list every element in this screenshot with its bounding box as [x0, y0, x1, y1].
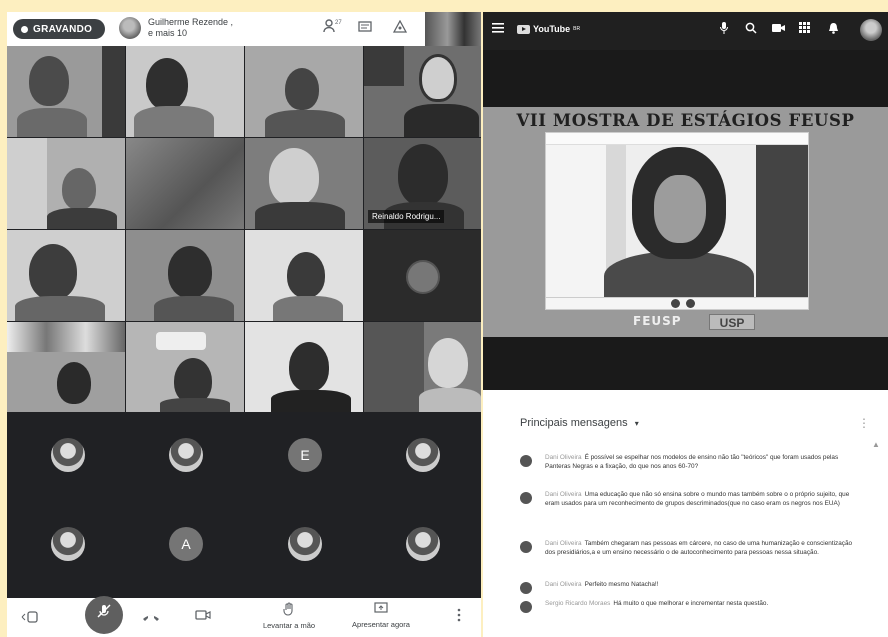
apps-grid-icon[interactable]	[795, 22, 813, 36]
more-options-icon[interactable]	[457, 608, 461, 625]
self-view-thumbnail[interactable]	[425, 12, 481, 46]
participant-video-tile[interactable]	[364, 322, 481, 412]
chat-scroll-up-icon[interactable]: ▲	[872, 440, 880, 449]
participant-avatar[interactable]	[406, 438, 440, 472]
usp-logo: USP	[709, 314, 755, 330]
participant-avatar-letter[interactable]: A	[169, 527, 203, 561]
chat-author: Dani Oliveira	[545, 581, 582, 588]
youtube-play-icon	[517, 24, 530, 34]
camera-icon[interactable]	[195, 609, 211, 624]
participant-video-tile[interactable]	[126, 230, 244, 321]
microphone-icon[interactable]	[715, 22, 733, 37]
participant-video-tile[interactable]	[7, 230, 125, 321]
chat-message-text: Há muito o que melhorar e incrementar ne…	[613, 600, 769, 607]
youtube-header: YouTube BR	[483, 12, 888, 50]
participant-video-tile[interactable]	[126, 46, 244, 137]
participant-video-tile[interactable]	[245, 230, 363, 321]
raise-hand-button[interactable]: Levantar a mão	[259, 602, 319, 630]
raise-hand-icon	[283, 602, 295, 619]
chat-message-text: Também chegaram nas pessoas em cárcere, …	[545, 540, 853, 556]
youtube-window: YouTube BR VII MOSTRA DE ESTÁGIOS FEUSP	[483, 12, 888, 637]
participant-video-tile[interactable]	[364, 230, 481, 321]
chat-icon[interactable]	[353, 18, 377, 40]
recording-badge[interactable]: GRAVANDO	[13, 19, 105, 39]
chat-author: Sergio Ricardo Moraes	[545, 600, 611, 607]
mic-off-button[interactable]	[85, 596, 123, 634]
chat-message: Dani Oliveira Perfeito mesmo Natacha!!	[520, 581, 855, 594]
chat-message: Dani Oliveira Uma educação que não só ens…	[520, 491, 855, 508]
participant-video-tile[interactable]	[7, 46, 125, 137]
chat-more-options-icon[interactable]: ⋮	[858, 416, 870, 430]
host-avatar	[119, 17, 141, 39]
chat-author: Dani Oliveira	[545, 540, 582, 547]
chat-author: Dani Oliveira	[545, 454, 582, 461]
chat-author-avatar	[520, 492, 532, 504]
chat-author-avatar	[520, 455, 532, 467]
youtube-logo-region: BR	[573, 26, 581, 32]
participant-video-tile[interactable]	[7, 322, 125, 412]
chat-author-avatar	[520, 541, 532, 553]
participant-video-tile[interactable]	[245, 138, 363, 229]
participant-video-tile[interactable]	[245, 322, 363, 412]
notifications-bell-icon[interactable]	[824, 22, 842, 37]
chat-message-text: Perfeito mesmo Natacha!!	[584, 581, 659, 588]
youtube-logo[interactable]: YouTube BR	[517, 24, 580, 34]
activities-icon[interactable]	[388, 18, 412, 40]
create-video-icon[interactable]	[769, 22, 787, 36]
host-name-line2: e mais 10	[148, 28, 188, 38]
present-now-button[interactable]: Apresentar agora	[345, 602, 417, 629]
participant-video-tile[interactable]: Reinaldo Rodrigu...	[364, 138, 481, 229]
participant-name-label: Reinaldo Rodrigu...	[368, 210, 445, 223]
host-name-line1: Guilherme Rezende ,	[148, 17, 234, 27]
present-now-label: Apresentar agora	[352, 620, 410, 629]
chat-message: Dani Oliveira É possível se espelhar nos …	[520, 454, 855, 471]
participant-video-tile[interactable]	[7, 138, 125, 229]
chat-author-avatar	[520, 601, 532, 613]
search-icon[interactable]	[742, 22, 760, 37]
chat-author-avatar	[520, 582, 532, 594]
participant-avatar[interactable]	[169, 438, 203, 472]
video-player[interactable]: VII MOSTRA DE ESTÁGIOS FEUSP FEUSP USP	[483, 50, 888, 390]
meeting-details-icon[interactable]	[21, 610, 39, 627]
chat-header[interactable]: Principais mensagens ▾	[520, 417, 639, 429]
participant-avatar[interactable]	[51, 527, 85, 561]
recording-dot-icon	[21, 25, 28, 33]
participant-avatar[interactable]	[406, 527, 440, 561]
chevron-down-icon: ▾	[634, 419, 639, 428]
raise-hand-label: Levantar a mão	[262, 621, 316, 630]
present-screen-icon	[374, 602, 388, 618]
host-name: Guilherme Rezende , e mais 10	[148, 17, 248, 39]
account-avatar[interactable]	[860, 19, 882, 41]
participant-video-tile[interactable]	[245, 46, 363, 137]
chat-message: Dani Oliveira Também chegaram nas pessoas…	[520, 540, 855, 557]
chat-message-text: É possível se espelhar nos modelos de en…	[545, 454, 839, 470]
leave-call-icon[interactable]	[142, 610, 160, 625]
meet-top-bar: GRAVANDO Guilherme Rezende , e mais 10 2…	[7, 12, 481, 46]
participants-count: 27	[335, 20, 342, 26]
slide-title: VII MOSTRA DE ESTÁGIOS FEUSP	[516, 111, 855, 130]
participant-avatar-letter[interactable]: E	[288, 438, 322, 472]
participant-avatar-grid: E A	[7, 412, 481, 598]
meet-window: GRAVANDO Guilherme Rezende , e mais 10 2…	[7, 12, 481, 637]
chat-header-label: Principais mensagens	[520, 417, 628, 429]
recording-label: GRAVANDO	[33, 23, 93, 35]
video-slide: VII MOSTRA DE ESTÁGIOS FEUSP FEUSP USP	[483, 107, 888, 337]
chat-author: Dani Oliveira	[545, 491, 582, 498]
meet-control-bar: Levantar a mão Apresentar agora	[7, 596, 481, 637]
menu-icon[interactable]	[489, 22, 507, 36]
participant-video-tile[interactable]	[364, 46, 481, 137]
chat-message: Sergio Ricardo Moraes Há muito o que melh…	[520, 600, 855, 613]
participant-avatar[interactable]	[51, 438, 85, 472]
speaker-video	[545, 132, 809, 310]
participants-icon[interactable]: 27	[320, 18, 344, 40]
live-chat: Principais mensagens ▾ ⋮ ▲ Dani Oliveira…	[483, 390, 888, 637]
participant-avatar	[406, 260, 440, 294]
feusp-logo: FEUSP	[633, 314, 682, 328]
chat-message-text: Uma educação que não só ensina sobre o m…	[545, 491, 850, 507]
participant-video-tile[interactable]	[126, 138, 244, 229]
participant-avatar[interactable]	[288, 527, 322, 561]
video-grid: Reinaldo Rodrigu...	[7, 46, 481, 412]
youtube-logo-text: YouTube	[533, 24, 571, 34]
participant-video-tile[interactable]	[126, 322, 244, 412]
